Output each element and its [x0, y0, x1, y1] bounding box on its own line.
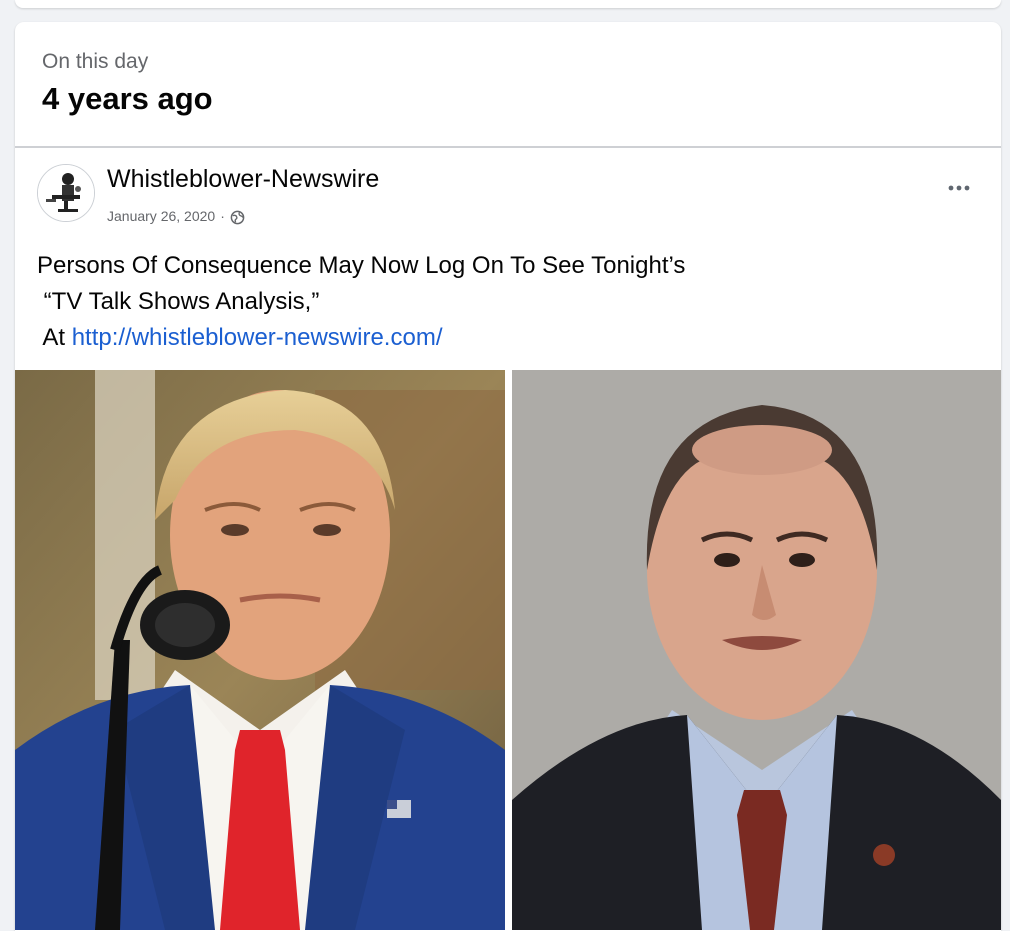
page-name-link[interactable]: Whistleblower-Newswire: [107, 165, 379, 194]
photo-left[interactable]: [15, 370, 505, 930]
memory-subtitle: On this day: [42, 50, 149, 73]
post-text-line: Persons Of Consequence May Now Log On To…: [37, 252, 686, 279]
post-header: Whistleblower-Newswire January 26, 2020 …: [15, 148, 1001, 234]
more-options-button[interactable]: [939, 168, 979, 208]
post-text-line-with-link: At http://whistleblower-newswire.com/: [37, 320, 979, 356]
post-link[interactable]: http://whistleblower-newswire.com/: [72, 324, 443, 351]
post-text-line: At: [37, 324, 72, 351]
post-text-line: “TV Talk Shows Analysis,”: [37, 288, 320, 315]
page: On this day 4 years ago Whistleblower-Ne…: [0, 0, 1010, 931]
page-avatar[interactable]: [37, 164, 95, 222]
whistleblower-logo-icon: [38, 165, 94, 221]
meta-separator: ·: [220, 207, 225, 224]
photo-right-image: [511, 370, 1001, 930]
previous-card-edge: [15, 0, 1001, 8]
more-options-icon: [948, 185, 970, 191]
memory-title: 4 years ago: [42, 81, 213, 116]
memory-header: On this day 4 years ago: [15, 22, 1001, 146]
photo-left-image: [15, 370, 505, 930]
photo-grid: [15, 370, 1001, 930]
globe-icon: [230, 210, 245, 225]
memory-card: On this day 4 years ago Whistleblower-Ne…: [15, 22, 1001, 931]
post-meta: January 26, 2020 ·: [107, 206, 245, 225]
post-date[interactable]: January 26, 2020: [107, 208, 215, 224]
photo-right[interactable]: [511, 370, 1002, 930]
